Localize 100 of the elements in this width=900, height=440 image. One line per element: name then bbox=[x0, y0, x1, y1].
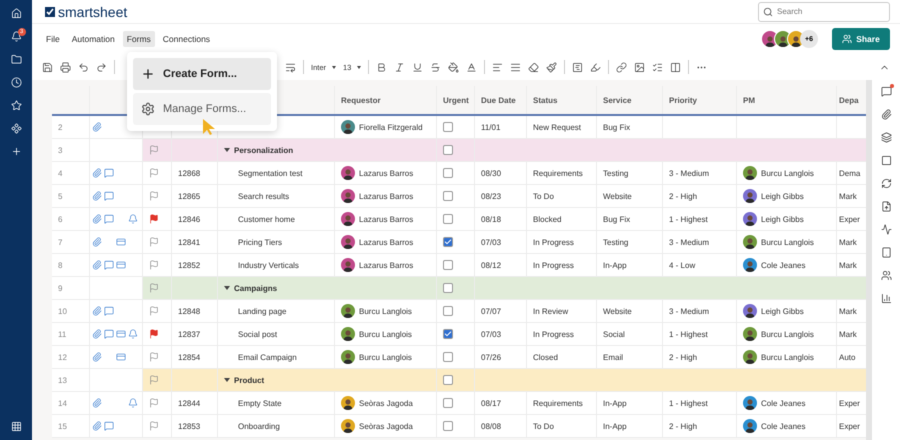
status-cell: In Progress bbox=[533, 238, 574, 246]
column-header[interactable]: Requestor bbox=[341, 96, 381, 104]
status-cell: Blocked bbox=[533, 214, 562, 224]
id-cell: 12854 bbox=[178, 352, 200, 362]
person-name: Burcu Langlois bbox=[359, 352, 412, 362]
department-cell: Exper bbox=[839, 398, 860, 408]
menu-item[interactable]: Create Form... bbox=[133, 58, 271, 90]
person-name: Cole Jeanes bbox=[761, 398, 806, 408]
column-header[interactable]: Depa bbox=[839, 96, 859, 104]
search-field[interactable]: Search bbox=[758, 2, 890, 22]
service-cell: Testing bbox=[603, 238, 628, 246]
task-name: Email Campaign bbox=[238, 352, 297, 362]
id-cell: 12841 bbox=[178, 238, 200, 246]
priority-cell: 2 - High bbox=[669, 422, 698, 430]
task-name: Customer home bbox=[238, 214, 295, 224]
column-header[interactable]: Due Date bbox=[481, 96, 516, 104]
person-name: Burcu Langlois bbox=[761, 352, 814, 362]
column-header[interactable]: Status bbox=[533, 96, 558, 104]
row-number: 2 bbox=[58, 122, 62, 132]
person-name: Lazarus Barros bbox=[359, 214, 414, 224]
service-cell: Website bbox=[603, 192, 632, 200]
person-name: Seòras Jagoda bbox=[359, 422, 413, 430]
column-header[interactable]: PM bbox=[743, 96, 755, 104]
person-name: Cole Jeanes bbox=[761, 260, 806, 270]
person-name: Burcu Langlois bbox=[359, 330, 412, 338]
due-date: 11/01 bbox=[481, 122, 500, 132]
service-cell: Bug Fix bbox=[603, 214, 630, 224]
share-button[interactable]: Share bbox=[832, 28, 890, 50]
task-name: Segmentation test bbox=[238, 168, 302, 178]
row-number: 11 bbox=[58, 330, 66, 338]
menu-item[interactable]: Forms bbox=[122, 31, 155, 47]
due-date: 08/12 bbox=[481, 260, 502, 270]
service-cell: Social bbox=[603, 330, 625, 338]
id-cell: 12852 bbox=[178, 260, 200, 270]
priority-cell: 3 - Medium bbox=[669, 238, 710, 246]
menu-item[interactable]: File bbox=[42, 31, 64, 47]
task-name: Landing page bbox=[238, 306, 286, 316]
row-number: 14 bbox=[58, 398, 67, 408]
due-date: 07/07 bbox=[481, 306, 502, 316]
due-date: 08/30 bbox=[481, 168, 502, 178]
due-date: 08/18 bbox=[481, 214, 502, 224]
row-number: 6 bbox=[58, 214, 62, 224]
due-date: 08/23 bbox=[481, 192, 502, 200]
person-name: Lazarus Barros bbox=[359, 260, 414, 270]
task-name: Social post bbox=[238, 330, 278, 338]
column-header[interactable]: Service bbox=[603, 96, 632, 104]
service-cell: In-App bbox=[603, 422, 627, 430]
row-number: 12 bbox=[58, 352, 67, 362]
menu-item[interactable]: Connections bbox=[158, 31, 214, 47]
column-header[interactable]: Urgent bbox=[443, 96, 469, 104]
priority-cell: 1 - Highest bbox=[669, 398, 708, 408]
person-name: Lazarus Barros bbox=[359, 168, 414, 178]
logo[interactable]: smartsheet bbox=[58, 4, 128, 20]
department-cell: Mark bbox=[839, 306, 857, 316]
department-cell: Dema bbox=[839, 168, 860, 178]
status-cell: Requirements bbox=[533, 168, 583, 178]
row-number: 15 bbox=[58, 422, 67, 430]
person-name: Burcu Langlois bbox=[761, 238, 814, 246]
priority-cell: 2 - High bbox=[669, 352, 698, 362]
status-cell: To Do bbox=[533, 192, 554, 200]
task-name: Pricing Tiers bbox=[238, 238, 282, 246]
row-number: 7 bbox=[58, 238, 62, 246]
id-cell: 12846 bbox=[178, 214, 200, 224]
status-cell: In Review bbox=[533, 306, 568, 316]
due-date: 08/08 bbox=[481, 422, 502, 430]
due-date: 07/03 bbox=[481, 330, 502, 338]
row-number: 3 bbox=[58, 146, 62, 154]
task-name: Onboarding bbox=[238, 422, 280, 430]
department-cell: Exper bbox=[839, 214, 860, 224]
group-title: Personalization bbox=[234, 146, 294, 154]
status-cell: To Do bbox=[533, 422, 554, 430]
id-cell: 12865 bbox=[178, 192, 200, 200]
id-cell: 12853 bbox=[178, 422, 200, 430]
person-name: Lazarus Barros bbox=[359, 238, 414, 246]
id-cell: 12844 bbox=[178, 398, 200, 408]
person-name: Burcu Langlois bbox=[761, 330, 814, 338]
service-cell: In-App bbox=[603, 398, 627, 408]
row-number: 8 bbox=[58, 260, 62, 270]
due-date: 08/17 bbox=[481, 398, 502, 408]
id-cell: 12848 bbox=[178, 306, 200, 316]
id-cell: 12837 bbox=[178, 330, 200, 338]
service-cell: In-App bbox=[603, 260, 627, 270]
priority-cell: 3 - Medium bbox=[669, 306, 710, 316]
person-name: Leigh Gibbs bbox=[761, 214, 804, 224]
service-cell: Email bbox=[603, 352, 624, 362]
status-cell: New Request bbox=[533, 122, 582, 132]
menu-item[interactable]: Manage Forms... bbox=[133, 93, 271, 125]
group-title: Campaigns bbox=[234, 284, 278, 292]
group-title: Product bbox=[234, 376, 264, 384]
column-header[interactable]: Priority bbox=[669, 96, 698, 104]
due-date: 07/26 bbox=[481, 352, 502, 362]
department-cell: Mark bbox=[839, 330, 857, 338]
priority-cell: 4 - Low bbox=[669, 260, 696, 270]
person-name: Fiorella Fitzgerald bbox=[359, 122, 423, 132]
task-name: Industry Verticals bbox=[238, 260, 299, 270]
priority-cell: 3 - Medium bbox=[669, 168, 710, 178]
due-date: 07/03 bbox=[481, 238, 502, 246]
service-cell: Website bbox=[603, 306, 632, 316]
menu-item[interactable]: Automation bbox=[68, 31, 119, 47]
service-cell: Bug Fix bbox=[603, 122, 630, 132]
